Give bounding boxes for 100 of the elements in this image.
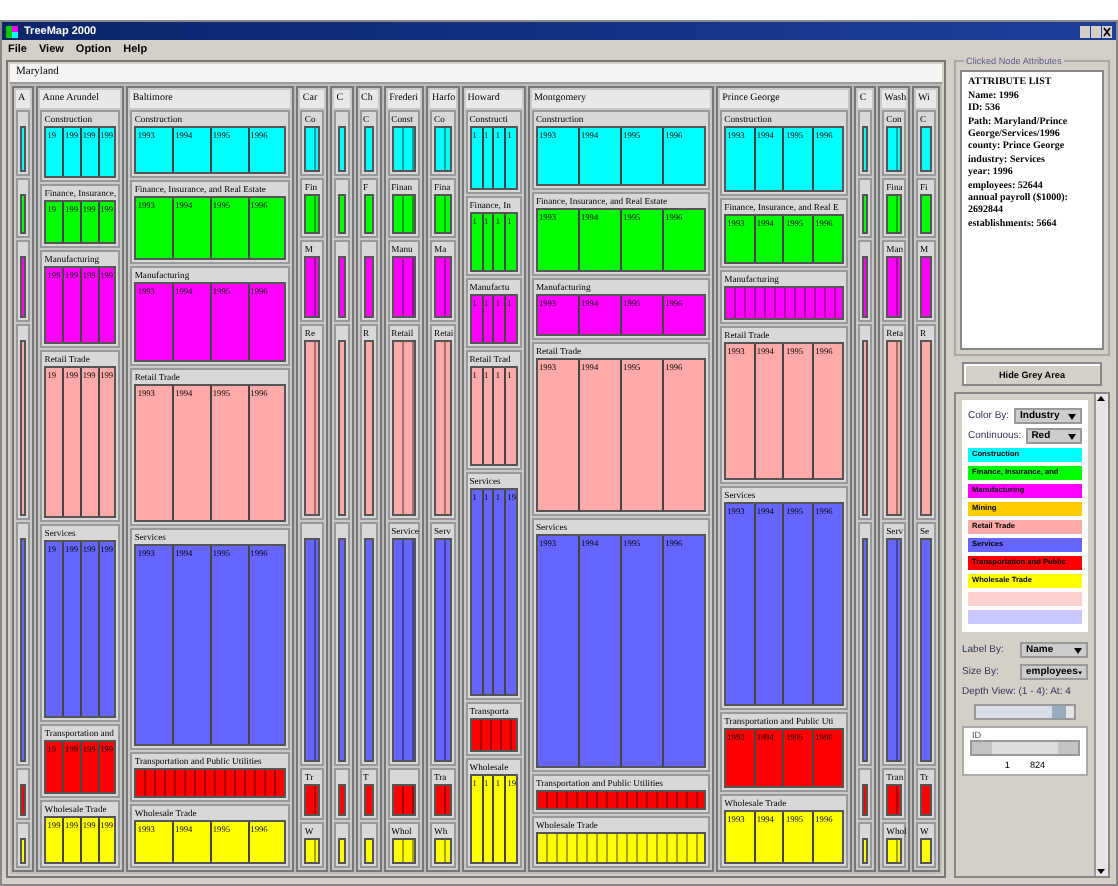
year-cells[interactable] (304, 126, 321, 173)
year-cells[interactable] (20, 784, 27, 816)
year-cells[interactable] (338, 339, 346, 517)
year-cells[interactable] (919, 837, 932, 864)
year-cells[interactable] (434, 837, 452, 864)
sector-block[interactable] (857, 768, 873, 820)
year-cells[interactable] (20, 837, 27, 864)
year-cells[interactable] (391, 126, 416, 173)
sector-block[interactable] (334, 323, 350, 521)
year-cells[interactable] (434, 784, 452, 816)
year-cells[interactable] (434, 339, 452, 517)
county-block[interactable] (126, 86, 295, 872)
year-cells[interactable] (304, 194, 321, 234)
sector-block[interactable] (857, 821, 873, 868)
sector-block[interactable] (334, 239, 350, 322)
sector-block[interactable] (857, 323, 873, 521)
sector-block[interactable] (300, 522, 325, 767)
year-cells[interactable] (304, 837, 321, 864)
year-cells[interactable] (20, 538, 27, 763)
sector-block[interactable] (334, 110, 350, 177)
year-cells[interactable] (861, 538, 869, 763)
year-cells[interactable] (338, 538, 346, 763)
year-cells[interactable] (535, 789, 707, 811)
year-cells[interactable] (363, 784, 374, 816)
sector-block[interactable] (16, 110, 31, 177)
year-cells[interactable] (724, 286, 844, 321)
year-cells[interactable] (338, 126, 346, 173)
year-cells[interactable] (304, 339, 321, 517)
scroll-up-icon[interactable] (1096, 394, 1106, 404)
year-cells[interactable] (861, 255, 869, 318)
year-cells[interactable] (20, 126, 27, 173)
year-cells[interactable] (134, 768, 287, 798)
year-cells[interactable] (886, 784, 902, 816)
sector-block[interactable] (16, 821, 31, 868)
slider-fill[interactable] (976, 706, 1067, 718)
sector-block[interactable] (334, 522, 350, 767)
sector-block[interactable] (16, 239, 31, 322)
year-cells[interactable] (363, 194, 374, 234)
sector-block[interactable] (359, 821, 378, 868)
year-cells[interactable] (919, 538, 932, 763)
sector-block[interactable] (857, 239, 873, 322)
sector-block[interactable] (334, 178, 350, 238)
sector-block[interactable] (359, 239, 378, 322)
sector-block[interactable] (857, 522, 873, 767)
sector-block[interactable] (857, 178, 873, 238)
sector-block[interactable] (16, 522, 31, 767)
year-cells[interactable] (391, 538, 416, 763)
sector-block[interactable] (16, 768, 31, 820)
year-cells[interactable] (434, 126, 452, 173)
scrollbar[interactable] (1094, 394, 1108, 876)
sector-block[interactable] (16, 178, 31, 238)
year-cells[interactable] (886, 339, 902, 517)
year-cells[interactable] (919, 194, 932, 234)
year-cells[interactable] (886, 194, 902, 234)
year-cells[interactable] (861, 194, 869, 234)
year-cells[interactable] (363, 538, 374, 763)
year-cells[interactable] (861, 126, 869, 173)
year-cells[interactable] (20, 255, 27, 318)
year-cells[interactable] (861, 339, 869, 517)
year-cells[interactable] (20, 194, 27, 234)
year-cells[interactable] (391, 339, 416, 517)
sector-block[interactable] (857, 110, 873, 177)
year-cells[interactable] (886, 255, 902, 318)
year-cells[interactable] (919, 255, 932, 318)
sector-block[interactable] (334, 821, 350, 868)
sector-block[interactable] (16, 323, 31, 521)
year-cells[interactable] (861, 837, 869, 864)
year-cells[interactable] (919, 784, 932, 816)
year-cells[interactable] (304, 538, 321, 763)
year-cells[interactable] (363, 339, 374, 517)
year-cells[interactable] (20, 339, 27, 517)
year-cells[interactable] (391, 255, 416, 318)
county-block[interactable] (716, 86, 852, 872)
window-buttons-icon[interactable] (1080, 25, 1112, 37)
year-cells[interactable] (861, 784, 869, 816)
year-cells[interactable] (919, 339, 932, 517)
year-cells[interactable] (391, 784, 416, 816)
year-cells[interactable] (338, 194, 346, 234)
year-cells[interactable] (304, 784, 321, 816)
year-cells[interactable] (919, 126, 932, 173)
year-cells[interactable] (434, 538, 452, 763)
depth-slider[interactable] (974, 704, 1076, 720)
year-cells[interactable] (434, 255, 452, 318)
scroll-down-icon[interactable] (1096, 866, 1106, 876)
year-cells[interactable] (886, 126, 902, 173)
year-cells[interactable] (338, 255, 346, 318)
county-block[interactable] (36, 86, 125, 872)
sector-block[interactable] (334, 768, 350, 820)
year-cells[interactable] (338, 837, 346, 864)
sector-block[interactable] (359, 522, 378, 767)
year-cells[interactable] (304, 255, 321, 318)
year-cells[interactable] (535, 832, 707, 865)
year-cells[interactable] (338, 784, 346, 816)
sector-block[interactable] (387, 768, 420, 820)
year-cells[interactable] (363, 255, 374, 318)
county-block[interactable] (527, 86, 715, 872)
year-cells[interactable] (469, 717, 518, 752)
year-cells[interactable] (363, 126, 374, 173)
year-cells[interactable] (434, 194, 452, 234)
year-cells[interactable] (886, 538, 902, 763)
